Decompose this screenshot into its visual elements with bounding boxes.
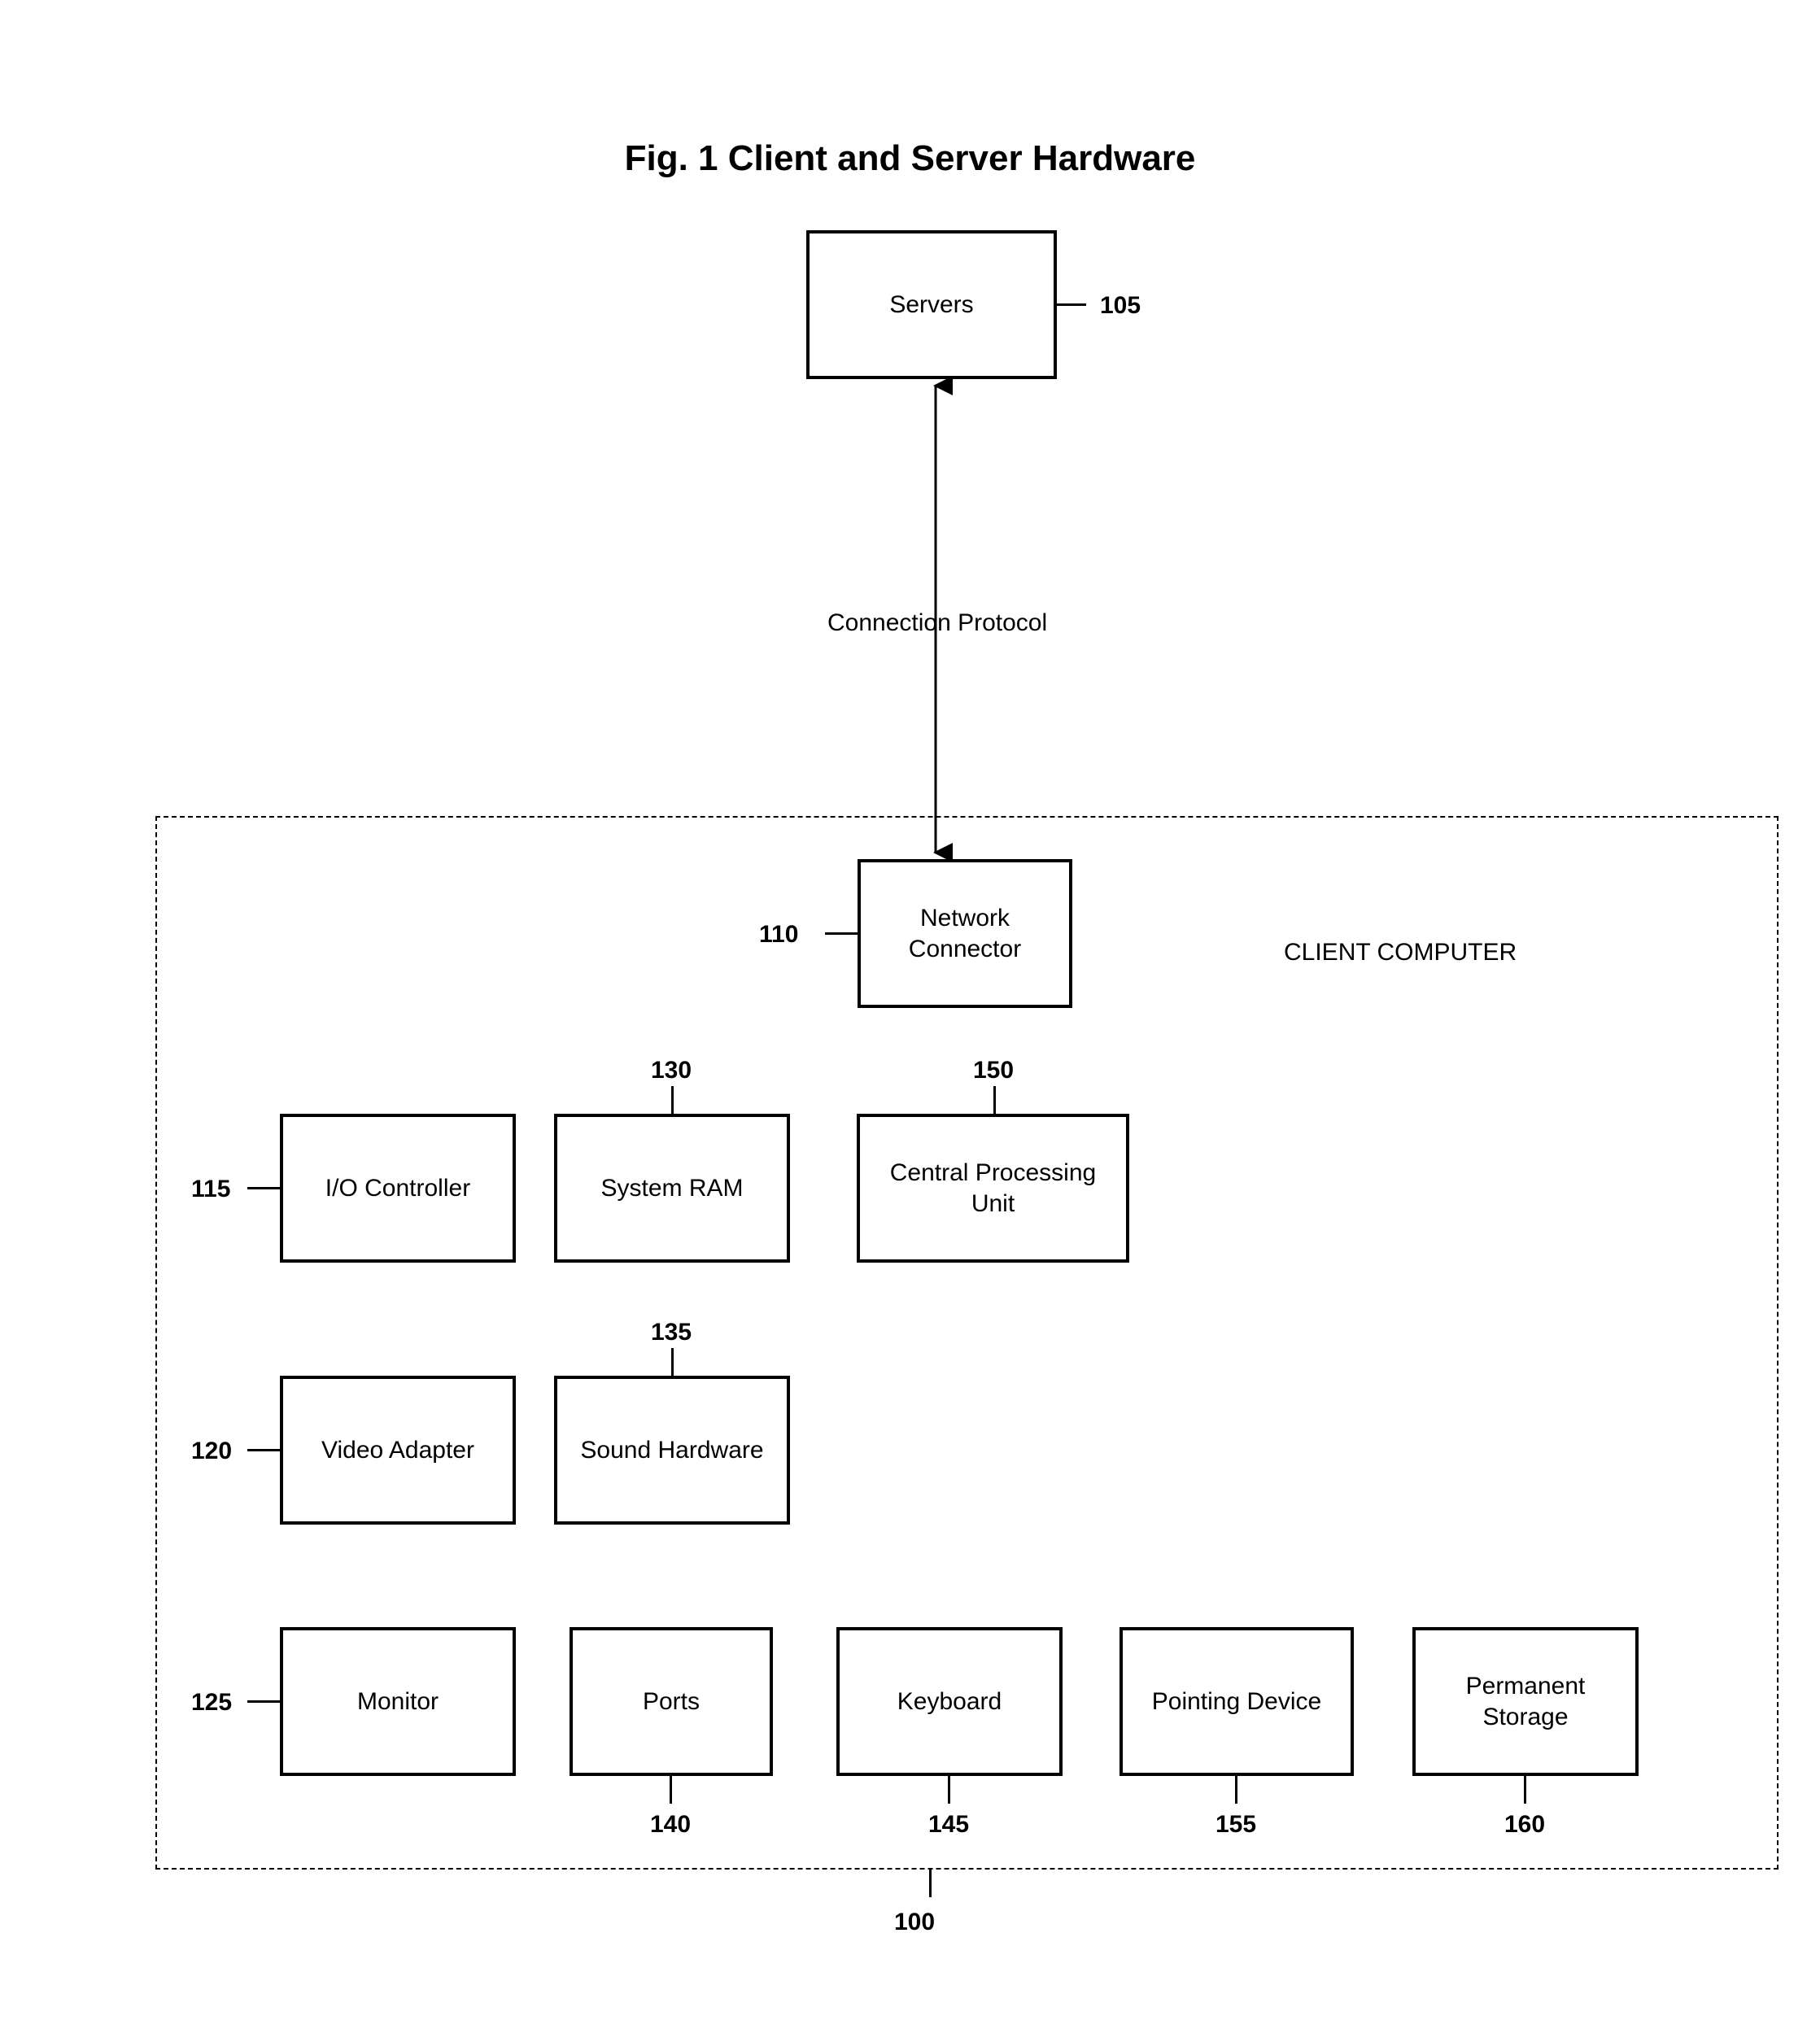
ref-video-adapter: 120	[191, 1437, 232, 1466]
leader-cpu	[993, 1086, 996, 1114]
ref-pointing-device: 155	[1216, 1810, 1256, 1839]
box-permanent-storage-label: Permanent Storage	[1427, 1671, 1624, 1732]
leader-client	[929, 1870, 932, 1897]
ref-permanent-storage: 160	[1504, 1810, 1545, 1839]
ref-sound-hw: 135	[651, 1318, 692, 1347]
box-sound-hardware: Sound Hardware	[554, 1376, 790, 1525]
box-network-connector-label: Network Connector	[872, 903, 1058, 964]
leader-servers	[1057, 303, 1086, 306]
box-pointing-device-label: Pointing Device	[1152, 1686, 1321, 1717]
ref-servers: 105	[1100, 291, 1141, 321]
box-servers: Servers	[806, 230, 1057, 379]
ref-io-controller: 115	[191, 1175, 230, 1204]
box-cpu-label: Central Processing Unit	[871, 1158, 1115, 1219]
box-network-connector: Network Connector	[858, 859, 1072, 1008]
leader-io-controller	[247, 1187, 280, 1189]
box-pointing-device: Pointing Device	[1119, 1627, 1354, 1776]
ref-keyboard: 145	[928, 1810, 969, 1839]
box-cpu: Central Processing Unit	[857, 1114, 1129, 1263]
leader-video-adapter	[247, 1449, 280, 1451]
diagram-canvas: Fig. 1 Client and Server Hardware Server…	[0, 0, 1820, 2029]
ref-cpu: 150	[973, 1056, 1014, 1085]
box-monitor: Monitor	[280, 1627, 516, 1776]
leader-network-connector	[825, 932, 858, 935]
box-system-ram: System RAM	[554, 1114, 790, 1263]
ref-ports: 140	[650, 1810, 691, 1839]
leader-sound-hw	[671, 1348, 674, 1376]
label-connection-protocol: Connection Protocol	[827, 609, 1047, 638]
box-ports-label: Ports	[643, 1686, 700, 1717]
box-monitor-label: Monitor	[357, 1686, 439, 1717]
leader-system-ram	[671, 1086, 674, 1114]
box-video-adapter-label: Video Adapter	[321, 1435, 474, 1466]
ref-monitor: 125	[191, 1688, 232, 1717]
leader-keyboard	[948, 1776, 950, 1804]
box-ports: Ports	[570, 1627, 773, 1776]
box-servers-label: Servers	[889, 290, 973, 321]
leader-monitor	[247, 1700, 280, 1703]
box-io-controller: I/O Controller	[280, 1114, 516, 1263]
ref-system-ram: 130	[651, 1056, 692, 1085]
label-client-computer: CLIENT COMPUTER	[1284, 938, 1517, 967]
box-keyboard-label: Keyboard	[897, 1686, 1002, 1717]
box-permanent-storage: Permanent Storage	[1412, 1627, 1639, 1776]
box-video-adapter: Video Adapter	[280, 1376, 516, 1525]
box-io-controller-label: I/O Controller	[325, 1173, 470, 1204]
figure-title: Fig. 1 Client and Server Hardware	[0, 138, 1820, 179]
leader-ports	[670, 1776, 672, 1804]
ref-client: 100	[894, 1908, 935, 1937]
box-sound-hardware-label: Sound Hardware	[580, 1435, 763, 1466]
leader-pointing-device	[1235, 1776, 1237, 1804]
ref-network-connector: 110	[759, 920, 798, 949]
leader-permanent-storage	[1524, 1776, 1526, 1804]
box-system-ram-label: System RAM	[600, 1173, 743, 1204]
box-keyboard: Keyboard	[836, 1627, 1063, 1776]
